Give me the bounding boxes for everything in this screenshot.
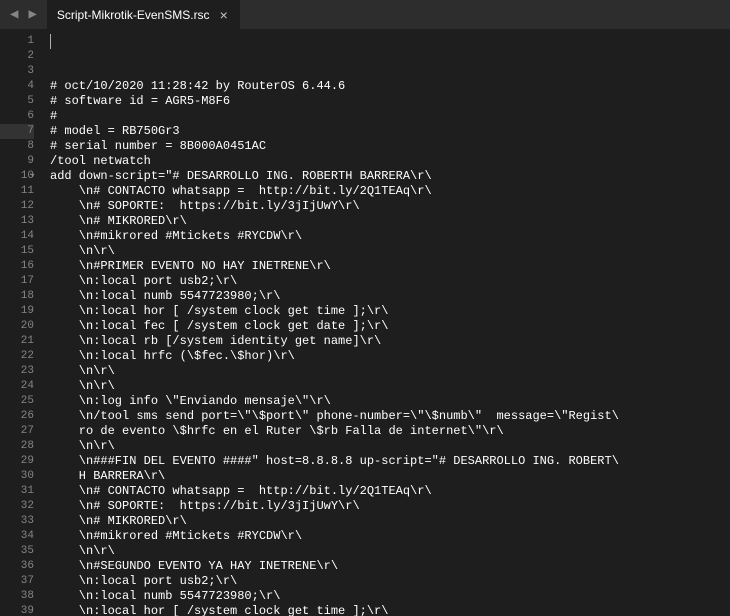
line-number[interactable]: 22 xyxy=(0,349,34,364)
tab-label: Script-Mikrotik-EvenSMS.rsc xyxy=(57,8,210,22)
line-number[interactable]: 30 xyxy=(0,469,34,484)
line-number[interactable]: 29 xyxy=(0,454,34,469)
code-line[interactable]: \n:local hor [ /system clock get time ];… xyxy=(50,304,730,319)
line-number[interactable]: 9 xyxy=(0,154,34,169)
code-line[interactable]: \n:local hrfc (\$fec.\$hor)\r\ xyxy=(50,349,730,364)
line-number[interactable]: 33 xyxy=(0,514,34,529)
code-line[interactable]: \n#PRIMER EVENTO NO HAY INETRENE\r\ xyxy=(50,259,730,274)
code-line[interactable]: add down-script="# DESARROLLO ING. ROBER… xyxy=(50,169,730,184)
code-line[interactable]: \n:local numb 5547723980;\r\ xyxy=(50,289,730,304)
line-number[interactable]: 18 xyxy=(0,289,34,304)
code-line[interactable]: \n# MIKRORED\r\ xyxy=(50,514,730,529)
line-number[interactable]: 19 xyxy=(0,304,34,319)
line-gutter: 1234567891011121314151617181920212223242… xyxy=(0,30,42,616)
code-line[interactable]: # xyxy=(50,109,730,124)
code-line[interactable]: \n#mikrored #Mtickets #RYCDW\r\ xyxy=(50,529,730,544)
code-line[interactable]: \n:local rb [/system identity get name]\… xyxy=(50,334,730,349)
line-number[interactable]: 14 xyxy=(0,229,34,244)
code-line[interactable]: # serial number = 8B000A0451AC xyxy=(50,139,730,154)
code-line[interactable]: /tool netwatch xyxy=(50,154,730,169)
line-number[interactable]: 12 xyxy=(0,199,34,214)
line-number[interactable]: 5 xyxy=(0,94,34,109)
line-number[interactable]: 1 xyxy=(0,34,34,49)
code-line[interactable]: # software id = AGR5-M8F6 xyxy=(50,94,730,109)
code-line[interactable]: \n###FIN DEL EVENTO ####" host=8.8.8.8 u… xyxy=(50,454,730,469)
code-line[interactable]: \n# CONTACTO whatsapp = http://bit.ly/2Q… xyxy=(50,484,730,499)
code-line[interactable]: \n/tool sms send port=\"\$port\" phone-n… xyxy=(50,409,730,424)
line-number[interactable]: 15 xyxy=(0,244,34,259)
code-line[interactable]: # oct/10/2020 11:28:42 by RouterOS 6.44.… xyxy=(50,79,730,94)
code-line[interactable]: \n\r\ xyxy=(50,379,730,394)
line-number[interactable]: 10 xyxy=(0,169,34,184)
code-line[interactable]: \n#mikrored #Mtickets #RYCDW\r\ xyxy=(50,229,730,244)
code-line[interactable]: \n\r\ xyxy=(50,244,730,259)
nav-back-icon[interactable]: ◀ xyxy=(6,4,22,25)
code-line[interactable]: \n\r\ xyxy=(50,544,730,559)
line-number[interactable]: 32 xyxy=(0,499,34,514)
line-number[interactable]: 3 xyxy=(0,64,34,79)
line-number[interactable]: 17 xyxy=(0,274,34,289)
nav-forward-icon[interactable]: ▶ xyxy=(24,4,40,25)
editor: 1234567891011121314151617181920212223242… xyxy=(0,30,730,616)
line-number[interactable]: 28 xyxy=(0,439,34,454)
line-number[interactable]: 26 xyxy=(0,409,34,424)
code-line[interactable]: ro de evento \$hrfc en el Ruter \$rb Fal… xyxy=(50,424,730,439)
code-line[interactable]: \n:local port usb2;\r\ xyxy=(50,574,730,589)
code-line[interactable]: \n# MIKRORED\r\ xyxy=(50,214,730,229)
line-number[interactable]: 37 xyxy=(0,574,34,589)
tab-active[interactable]: Script-Mikrotik-EvenSMS.rsc × xyxy=(47,0,240,30)
line-number[interactable]: 2 xyxy=(0,49,34,64)
code-line[interactable]: # model = RB750Gr3 xyxy=(50,124,730,139)
line-number[interactable]: 11 xyxy=(0,184,34,199)
line-number[interactable]: 38 xyxy=(0,589,34,604)
code-area[interactable]: # oct/10/2020 11:28:42 by RouterOS 6.44.… xyxy=(42,30,730,616)
code-line[interactable]: \n:local fec [ /system clock get date ];… xyxy=(50,319,730,334)
text-cursor xyxy=(50,34,51,49)
line-number[interactable]: 23 xyxy=(0,364,34,379)
titlebar: ◀ ▶ Script-Mikrotik-EvenSMS.rsc × xyxy=(0,0,730,30)
line-number[interactable]: 36 xyxy=(0,559,34,574)
line-number[interactable]: 35 xyxy=(0,544,34,559)
line-number[interactable]: 6 xyxy=(0,109,34,124)
code-line[interactable]: \n:log info \"Enviando mensaje\"\r\ xyxy=(50,394,730,409)
line-number[interactable]: 4 xyxy=(0,79,34,94)
line-number[interactable]: 25 xyxy=(0,394,34,409)
line-number[interactable]: 27 xyxy=(0,424,34,439)
code-line[interactable]: \n# SOPORTE: https://bit.ly/3jIjUwY\r\ xyxy=(50,499,730,514)
code-line[interactable]: \n\r\ xyxy=(50,439,730,454)
line-number[interactable]: 34 xyxy=(0,529,34,544)
code-line[interactable]: \n\r\ xyxy=(50,364,730,379)
code-line[interactable]: \n# CONTACTO whatsapp = http://bit.ly/2Q… xyxy=(50,184,730,199)
code-line[interactable]: \n:local numb 5547723980;\r\ xyxy=(50,589,730,604)
code-line[interactable]: H BARRERA\r\ xyxy=(50,469,730,484)
line-number[interactable]: 39 xyxy=(0,604,34,616)
line-number[interactable]: 7 xyxy=(0,124,34,139)
line-number[interactable]: 21 xyxy=(0,334,34,349)
line-number[interactable]: 31 xyxy=(0,484,34,499)
nav-arrows: ◀ ▶ xyxy=(0,4,47,25)
code-line[interactable]: \n:local port usb2;\r\ xyxy=(50,274,730,289)
line-number[interactable]: 8 xyxy=(0,139,34,154)
code-line[interactable]: \n:local hor [ /system clock get time ];… xyxy=(50,604,730,616)
close-icon[interactable]: × xyxy=(218,7,230,23)
line-number[interactable]: 24 xyxy=(0,379,34,394)
line-number[interactable]: 16 xyxy=(0,259,34,274)
code-line[interactable]: \n#SEGUNDO EVENTO YA HAY INETRENE\r\ xyxy=(50,559,730,574)
code-line[interactable]: \n# SOPORTE: https://bit.ly/3jIjUwY\r\ xyxy=(50,199,730,214)
line-number[interactable]: 13 xyxy=(0,214,34,229)
line-number[interactable]: 20 xyxy=(0,319,34,334)
